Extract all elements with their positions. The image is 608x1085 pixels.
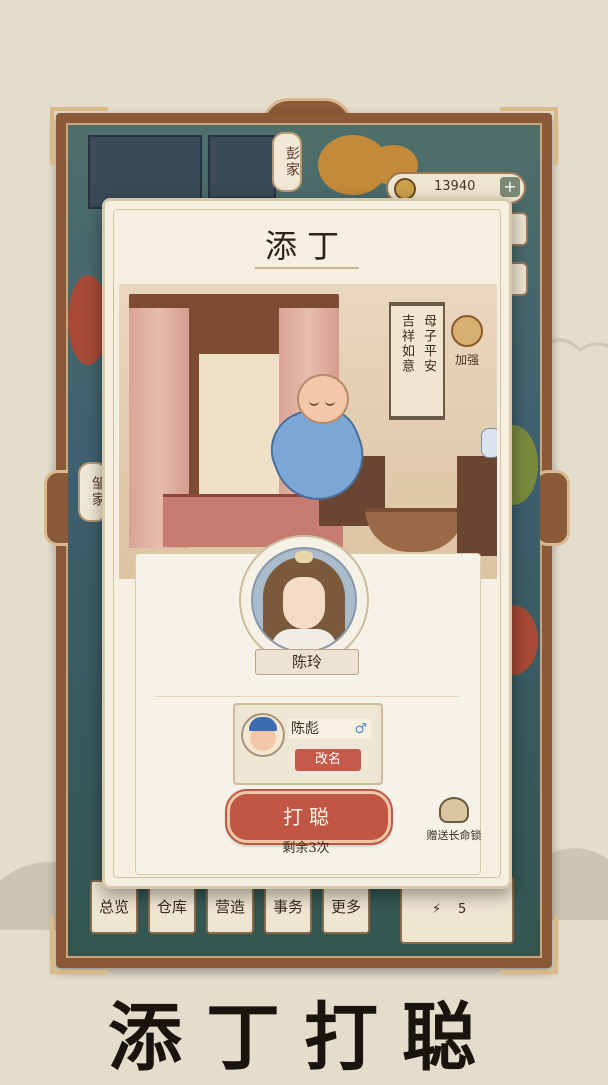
promo-banner: 添丁打聪 [108,995,500,1081]
rename-button[interactable]: 改名 [295,749,361,771]
child-name: 陈彪 [291,721,319,737]
mother-avatar [251,547,357,653]
lightning-icon: ⚡ [432,902,442,917]
enhance-button[interactable]: 加强 [447,315,487,368]
child-card: 陈彪 ♂ 改名 [233,703,383,785]
scroll-text-right: 母子平安 [421,314,436,374]
dialog-title: 添丁 [264,227,349,265]
child-name-row: 陈彪 ♂ [289,719,371,739]
scroll-text-left: 吉祥如意 [399,314,414,374]
gift-label: 赠送长命锁 [426,829,482,842]
add-coins-button[interactable]: + [500,177,520,197]
longevity-lock-icon [439,797,469,823]
swaddled-baby [259,374,377,514]
pouch-icon [451,315,483,347]
coin-value: 13940 [434,179,476,194]
coin-icon [394,178,416,200]
family-label-peng[interactable]: 彭家 [272,132,302,192]
mother-name: 陈玲 [255,649,359,675]
dacong-button[interactable]: 打聪 [225,789,393,845]
birth-dialog: 添丁 母子平安 吉祥如意 加强 陈玲 陈彪 ♂ 改名 打聪 剩余3次 赠送长命锁 [102,198,512,889]
title-divider [255,267,359,269]
vase [481,428,497,458]
male-icon: ♂ [354,721,367,737]
panel-divider [155,696,459,697]
gift-longevity-lock-button[interactable]: 赠送长命锁 [409,797,499,843]
stat-value: 5 [458,902,467,917]
child-avatar [241,713,285,757]
remaining-count: 剩余3次 [282,841,330,856]
mother-avatar-frame [239,535,369,665]
enhance-label: 加强 [454,353,479,367]
cabinet [457,456,497,556]
hanging-scroll: 母子平安 吉祥如意 [389,302,445,420]
